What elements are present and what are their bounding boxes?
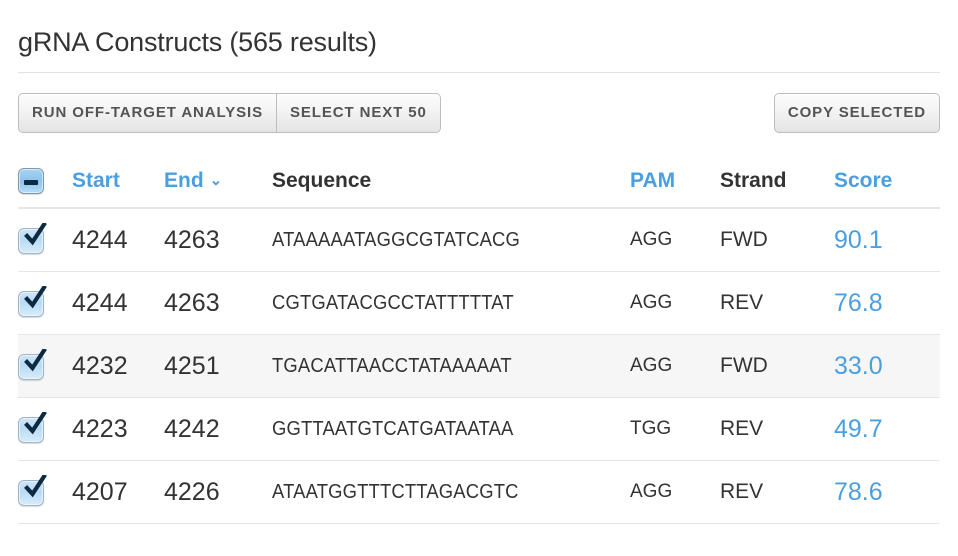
row-checkbox[interactable] [18, 285, 47, 317]
cell-end: 4242 [164, 414, 220, 443]
column-header-pam[interactable]: PAM [630, 155, 720, 208]
row-checkbox[interactable] [18, 222, 47, 254]
table-body: 4244 4263 ATAAAAATAGGCGTATCACG AGG FWD 9… [18, 208, 940, 524]
cell-end: 4226 [164, 477, 220, 506]
cell-strand: FWD [720, 228, 768, 251]
row-select-cell [18, 398, 72, 461]
indeterminate-dash-icon [24, 180, 38, 185]
cell-strand: REV [720, 291, 764, 314]
column-header-end[interactable]: End ⌄ [164, 155, 272, 208]
cell-start: 4223 [72, 414, 128, 443]
cell-end: 4263 [164, 225, 220, 254]
cell-start: 4207 [72, 477, 128, 506]
cell-score[interactable]: 76.8 [834, 272, 940, 335]
cell-pam: AGG [630, 229, 673, 250]
row-select-cell [18, 208, 72, 272]
column-header-sequence: Sequence [272, 169, 372, 192]
row-checkbox[interactable] [18, 411, 47, 443]
run-off-target-analysis-button[interactable]: RUN OFF-TARGET ANALYSIS [18, 93, 277, 133]
cell-end: 4263 [164, 288, 220, 317]
column-header-strand: Strand [720, 169, 787, 192]
right-button-group: COPY SELECTED [773, 93, 940, 133]
table-row[interactable]: 4244 4263 CGTGATACGCCTATTTTTAT AGG REV 7… [18, 272, 940, 335]
table-row[interactable]: 4244 4263 ATAAAAATAGGCGTATCACG AGG FWD 9… [18, 208, 940, 272]
cell-pam: AGG [630, 355, 673, 376]
cell-start: 4244 [72, 225, 128, 254]
cell-sequence: TGACATTAACCTATAAAAAT [272, 354, 512, 377]
cell-pam: AGG [630, 481, 673, 502]
row-select-cell [18, 272, 72, 335]
table-toolbar: RUN OFF-TARGET ANALYSIS SELECT NEXT 50 C… [18, 93, 940, 133]
cell-sequence: ATAATGGTTTCTTAGACGTC [272, 480, 519, 503]
table-row[interactable]: 4207 4226 ATAATGGTTTCTTAGACGTC AGG REV 7… [18, 461, 940, 524]
cell-sequence: GGTTAATGTCATGATAATAA [272, 417, 514, 440]
table-header-row: Start End ⌄ Sequence PAM Strand Score [18, 155, 940, 208]
row-select-cell [18, 461, 72, 524]
row-checkbox[interactable] [18, 474, 47, 506]
cell-score[interactable]: 49.7 [834, 398, 940, 461]
row-select-cell [18, 335, 72, 398]
cell-strand: REV [720, 480, 764, 503]
select-all-header [18, 155, 72, 208]
cell-strand: FWD [720, 354, 768, 377]
page-title: gRNA Constructs (565 results) [18, 27, 377, 57]
grna-constructs-panel: gRNA Constructs (565 results) RUN OFF-TA… [0, 0, 958, 556]
grna-results-table: Start End ⌄ Sequence PAM Strand Score 42… [18, 155, 940, 524]
cell-end: 4251 [164, 351, 220, 380]
select-all-checkbox[interactable] [18, 168, 44, 194]
checkmark-icon [24, 411, 47, 435]
copy-selected-button[interactable]: COPY SELECTED [773, 93, 940, 133]
table-row[interactable]: 4232 4251 TGACATTAACCTATAAAAAT AGG FWD 3… [18, 334, 940, 398]
cell-sequence: CGTGATACGCCTATTTTTAT [272, 291, 514, 314]
row-checkbox[interactable] [18, 348, 47, 380]
table-row[interactable]: 4223 4242 GGTTAATGTCATGATAATAA TGG REV 4… [18, 398, 940, 461]
table-head: Start End ⌄ Sequence PAM Strand Score [18, 155, 940, 208]
cell-pam: TGG [630, 418, 672, 439]
cell-start: 4244 [72, 288, 128, 317]
chevron-down-icon: ⌄ [209, 172, 223, 189]
cell-sequence: ATAAAAATAGGCGTATCACG [272, 228, 521, 251]
cell-score[interactable]: 78.6 [834, 461, 940, 524]
column-header-end-label: End [164, 169, 204, 192]
column-header-score[interactable]: Score [834, 155, 940, 208]
cell-pam: AGG [630, 292, 673, 313]
checkmark-icon [24, 285, 47, 309]
cell-score[interactable]: 33.0 [834, 335, 940, 398]
select-next-50-button[interactable]: SELECT NEXT 50 [276, 93, 441, 133]
checkmark-icon [24, 222, 47, 246]
cell-score[interactable]: 90.1 [834, 208, 940, 272]
title-divider [18, 72, 940, 73]
left-button-group: RUN OFF-TARGET ANALYSIS SELECT NEXT 50 [18, 93, 441, 133]
cell-strand: REV [720, 417, 764, 440]
checkmark-icon [24, 348, 47, 372]
cell-start: 4232 [72, 351, 128, 380]
checkmark-icon [24, 474, 47, 498]
column-header-start[interactable]: Start [72, 155, 164, 208]
